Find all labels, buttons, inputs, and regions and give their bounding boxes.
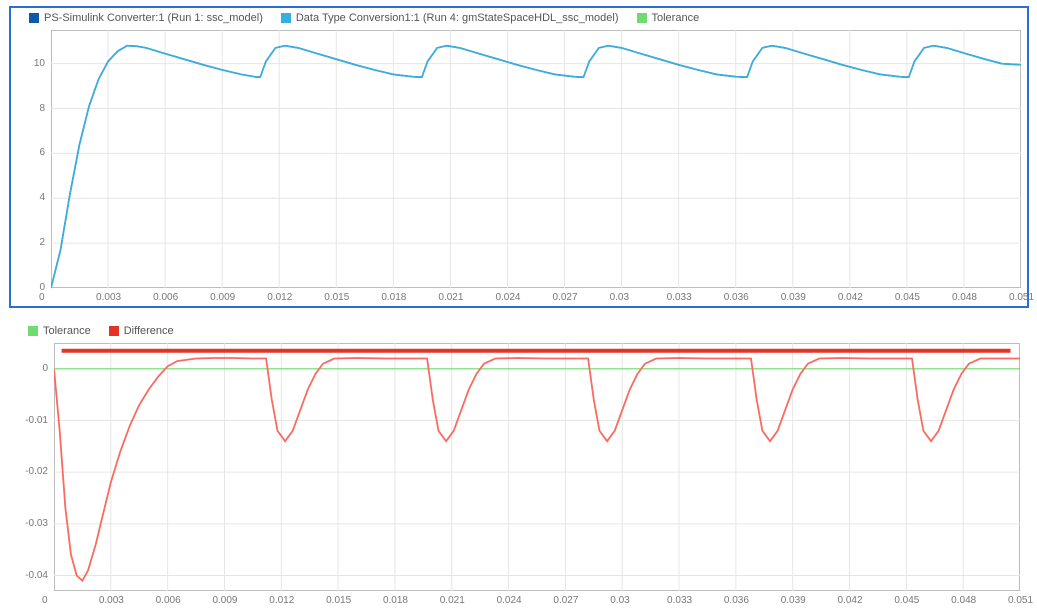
- legend-item: Tolerance: [28, 325, 91, 337]
- x-tick-label: 0.006: [153, 292, 178, 303]
- y-tick-label: 8: [39, 103, 45, 114]
- legend-item: Difference: [109, 325, 174, 337]
- legend-item: Data Type Conversion1:1 (Run 4: gmStateS…: [281, 12, 619, 24]
- y-tick-label: -0.02: [25, 466, 48, 477]
- legend-item: PS-Simulink Converter:1 (Run 1: ssc_mode…: [29, 12, 263, 24]
- x-tick-label: 0.042: [838, 595, 863, 606]
- x-tick-label: 0.051: [1009, 292, 1034, 303]
- difference-panel: Tolerance Difference 0-0.01-0.02-0.03-0.…: [9, 320, 1029, 610]
- x-tick-label: 0.045: [894, 595, 919, 606]
- x-tick-label: 0.003: [96, 292, 121, 303]
- x-tick-label: 0.012: [267, 292, 292, 303]
- x-tick-label: 0.045: [895, 292, 920, 303]
- x-tick-label: 0.018: [381, 292, 406, 303]
- legend-label: Tolerance: [652, 12, 700, 24]
- y-tick-label: 4: [39, 192, 45, 203]
- y-tick-label: 2: [39, 237, 45, 248]
- x-tick-label: 0.03: [610, 595, 629, 606]
- x-tick-label: 0.003: [99, 595, 124, 606]
- legend-label: Data Type Conversion1:1 (Run 4: gmStateS…: [296, 12, 619, 24]
- x-tick-label: 0.033: [667, 292, 692, 303]
- y-tick-label: 6: [39, 147, 45, 158]
- x-tick-label: 0.039: [781, 292, 806, 303]
- x-tick-label: 0.051: [1008, 595, 1033, 606]
- x-tick-label: 0.015: [326, 595, 351, 606]
- x-tick-label: 0.021: [438, 292, 463, 303]
- difference-plot[interactable]: 0-0.01-0.02-0.03-0.0400.0030.0060.0090.0…: [54, 343, 1020, 591]
- legend-label: PS-Simulink Converter:1 (Run 1: ssc_mode…: [44, 12, 263, 24]
- legend-item: Tolerance: [637, 12, 700, 24]
- x-tick-label: 0.024: [497, 595, 522, 606]
- x-tick-label: 0.036: [724, 595, 749, 606]
- legend-swatch: [109, 326, 119, 336]
- signals-legend: PS-Simulink Converter:1 (Run 1: ssc_mode…: [11, 8, 1027, 28]
- legend-label: Tolerance: [43, 325, 91, 337]
- legend-swatch: [28, 326, 38, 336]
- legend-label: Difference: [124, 325, 174, 337]
- y-tick-label: -0.01: [25, 415, 48, 426]
- x-tick-label: 0.039: [781, 595, 806, 606]
- x-tick-label: 0: [39, 292, 45, 303]
- x-tick-label: 0.027: [553, 595, 578, 606]
- x-tick-label: 0.042: [838, 292, 863, 303]
- x-tick-label: 0.018: [383, 595, 408, 606]
- difference-legend: Tolerance Difference: [10, 321, 1028, 341]
- x-tick-label: 0.009: [210, 292, 235, 303]
- x-tick-label: 0.048: [952, 292, 977, 303]
- x-tick-label: 0.021: [440, 595, 465, 606]
- x-tick-label: 0.024: [495, 292, 520, 303]
- x-tick-label: 0.036: [724, 292, 749, 303]
- y-tick-label: 10: [34, 58, 45, 69]
- x-tick-label: 0.048: [951, 595, 976, 606]
- legend-swatch: [29, 13, 39, 23]
- x-tick-label: 0.015: [324, 292, 349, 303]
- x-tick-label: 0.012: [269, 595, 294, 606]
- series-line: [51, 46, 1021, 288]
- x-tick-label: 0.033: [667, 595, 692, 606]
- x-tick-label: 0.009: [212, 595, 237, 606]
- signals-plot[interactable]: 024681000.0030.0060.0090.0120.0150.0180.…: [51, 30, 1021, 288]
- signals-panel: PS-Simulink Converter:1 (Run 1: ssc_mode…: [9, 6, 1029, 308]
- x-tick-label: 0.03: [610, 292, 629, 303]
- y-tick-label: 0: [42, 363, 48, 374]
- series-line: [51, 46, 1021, 288]
- x-tick-label: 0: [42, 595, 48, 606]
- y-tick-label: -0.04: [25, 570, 48, 581]
- legend-swatch: [281, 13, 291, 23]
- x-tick-label: 0.027: [553, 292, 578, 303]
- series-line: [54, 358, 1020, 581]
- y-tick-label: -0.03: [25, 518, 48, 529]
- x-tick-label: 0.006: [156, 595, 181, 606]
- legend-swatch: [637, 13, 647, 23]
